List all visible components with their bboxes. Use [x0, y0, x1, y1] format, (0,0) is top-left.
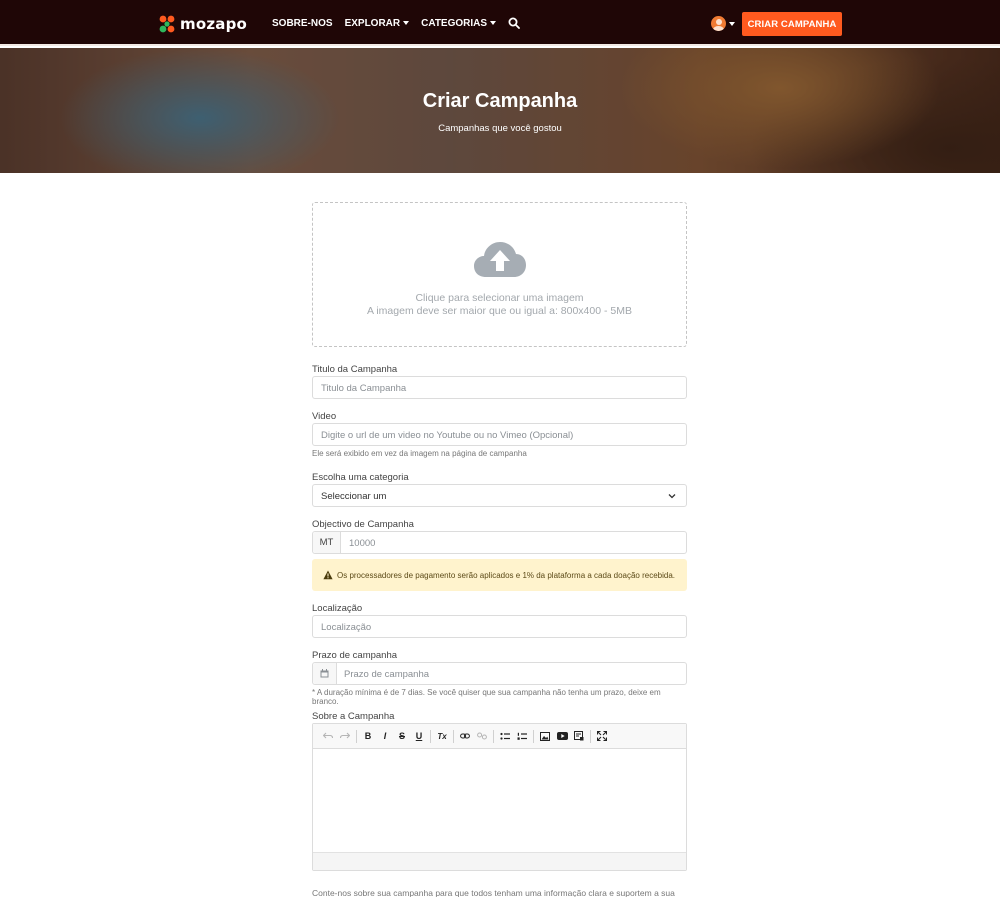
nav-link-label: CATEGORIAS — [421, 17, 488, 29]
nav-link-label: SOBRE-NOS — [272, 17, 333, 29]
chevron-down-icon — [668, 494, 676, 499]
category-label: Escolha uma categoria — [312, 472, 409, 483]
source-icon — [574, 731, 584, 741]
toolbar-separator — [590, 729, 591, 743]
about-help-text: Conte-nos sobre sua campanha para que to… — [312, 888, 675, 897]
page-title: Criar Campanha — [422, 90, 578, 112]
toolbar-separator — [453, 729, 454, 743]
redo-icon — [340, 732, 350, 739]
nav-dropdown-categorias[interactable]: CATEGORIAS — [421, 17, 497, 29]
video-url-input[interactable]: Digite o url de um video no Youtube ou n… — [312, 423, 687, 446]
caret-down-icon — [403, 21, 410, 25]
numbered-list-button[interactable] — [515, 729, 529, 743]
currency-addon: MT — [313, 532, 341, 553]
deadline-label: Prazo de campanha — [312, 650, 398, 661]
brand-logo[interactable]: mozapo — [157, 14, 247, 34]
insert-video-button[interactable] — [555, 729, 569, 743]
numbered-list-icon — [517, 732, 527, 740]
italic-button[interactable]: I — [378, 729, 392, 743]
warning-icon — [323, 570, 333, 580]
cloud-upload-icon — [474, 242, 526, 277]
insert-image-button[interactable] — [538, 729, 552, 743]
unlink-button[interactable] — [475, 729, 489, 743]
redo-button[interactable] — [338, 729, 352, 743]
goal-amount-input[interactable]: 10000 — [349, 538, 375, 549]
title-input[interactable]: Titulo da Campanha — [312, 376, 687, 399]
video-help-text: Ele será exibido em vez da imagem na pág… — [312, 449, 527, 458]
source-button[interactable] — [572, 729, 586, 743]
fullscreen-button[interactable] — [595, 729, 609, 743]
strikethrough-button[interactable]: S — [395, 729, 409, 743]
main-nav: SOBRE-NOS EXPLORAR CATEGORIAS — [272, 17, 520, 29]
user-menu[interactable] — [711, 16, 735, 31]
upload-instruction: Clique para selecionar uma imagem — [415, 292, 584, 304]
bullet-list-icon — [500, 732, 510, 740]
about-label: Sobre a Campanha — [312, 711, 395, 722]
logo-icon — [159, 15, 175, 33]
video-placeholder: Digite o url de um video no Youtube ou n… — [321, 430, 574, 441]
link-icon — [460, 733, 470, 739]
nav-link-label: EXPLORAR — [344, 17, 401, 29]
calendar-addon — [313, 663, 337, 684]
top-navbar: mozapo SOBRE-NOS EXPLORAR CATEGORIAS CRI… — [0, 0, 1000, 46]
location-input[interactable]: Localização — [312, 615, 687, 638]
nav-dropdown-explorar[interactable]: EXPLORAR — [345, 18, 410, 29]
underline-button[interactable]: U — [412, 729, 426, 743]
location-placeholder: Localização — [321, 622, 372, 633]
undo-icon — [323, 732, 333, 739]
bulleted-list-button[interactable] — [498, 729, 512, 743]
fee-warning-text: Os processadores de pagamento serão apli… — [337, 570, 675, 580]
category-selected-value: Seleccionar um — [321, 491, 387, 502]
deadline-input-group: Prazo de campanha — [312, 662, 687, 685]
toolbar-separator — [493, 729, 494, 743]
calendar-icon — [320, 669, 329, 678]
upload-requirements: A imagem deve ser maior que ou igual a: … — [367, 305, 632, 317]
deadline-help-text: * A duração mínima é de 7 dias. Se você … — [312, 688, 661, 706]
create-campaign-button[interactable]: CRIAR CAMPANHA — [742, 12, 842, 36]
goal-input-group: MT 10000 — [312, 531, 687, 554]
video-label: Video — [312, 411, 337, 422]
image-upload-dropzone[interactable]: Clique para selecionar uma imagem A imag… — [312, 202, 687, 347]
brand-name: mozapo — [180, 15, 248, 33]
image-icon — [540, 731, 550, 741]
maximize-icon — [597, 731, 607, 741]
rich-text-editor[interactable]: B I S U Tx — [312, 723, 687, 871]
toolbar-separator — [356, 729, 357, 743]
page-subtitle: Campanhas que você gostou — [438, 123, 562, 134]
unlink-icon — [477, 732, 487, 740]
title-placeholder: Titulo da Campanha — [321, 383, 407, 394]
hero-banner: Criar Campanha Campanhas que você gostou — [0, 48, 1000, 173]
caret-down-icon — [729, 21, 735, 26]
caret-down-icon — [490, 21, 497, 25]
youtube-icon — [556, 732, 568, 740]
goal-label: Objectivo de Campanha — [312, 519, 414, 530]
bold-button[interactable]: B — [361, 729, 375, 743]
toolbar-separator — [430, 729, 431, 743]
title-label: Titulo da Campanha — [312, 364, 398, 375]
fee-warning-alert: Os processadores de pagamento serão apli… — [312, 559, 687, 591]
location-label: Localização — [312, 603, 363, 614]
deadline-date-input[interactable]: Prazo de campanha — [344, 669, 429, 680]
avatar — [711, 16, 726, 31]
editor-statusbar — [313, 852, 686, 870]
link-button[interactable] — [458, 729, 472, 743]
nav-link-sobre-nos[interactable]: SOBRE-NOS — [272, 18, 333, 29]
clear-format-button[interactable]: Tx — [435, 729, 449, 743]
editor-toolbar: B I S U Tx — [313, 724, 686, 749]
category-select[interactable]: Seleccionar um — [312, 484, 687, 507]
toolbar-separator — [533, 729, 534, 743]
undo-button[interactable] — [321, 729, 335, 743]
search-icon[interactable] — [508, 17, 520, 29]
